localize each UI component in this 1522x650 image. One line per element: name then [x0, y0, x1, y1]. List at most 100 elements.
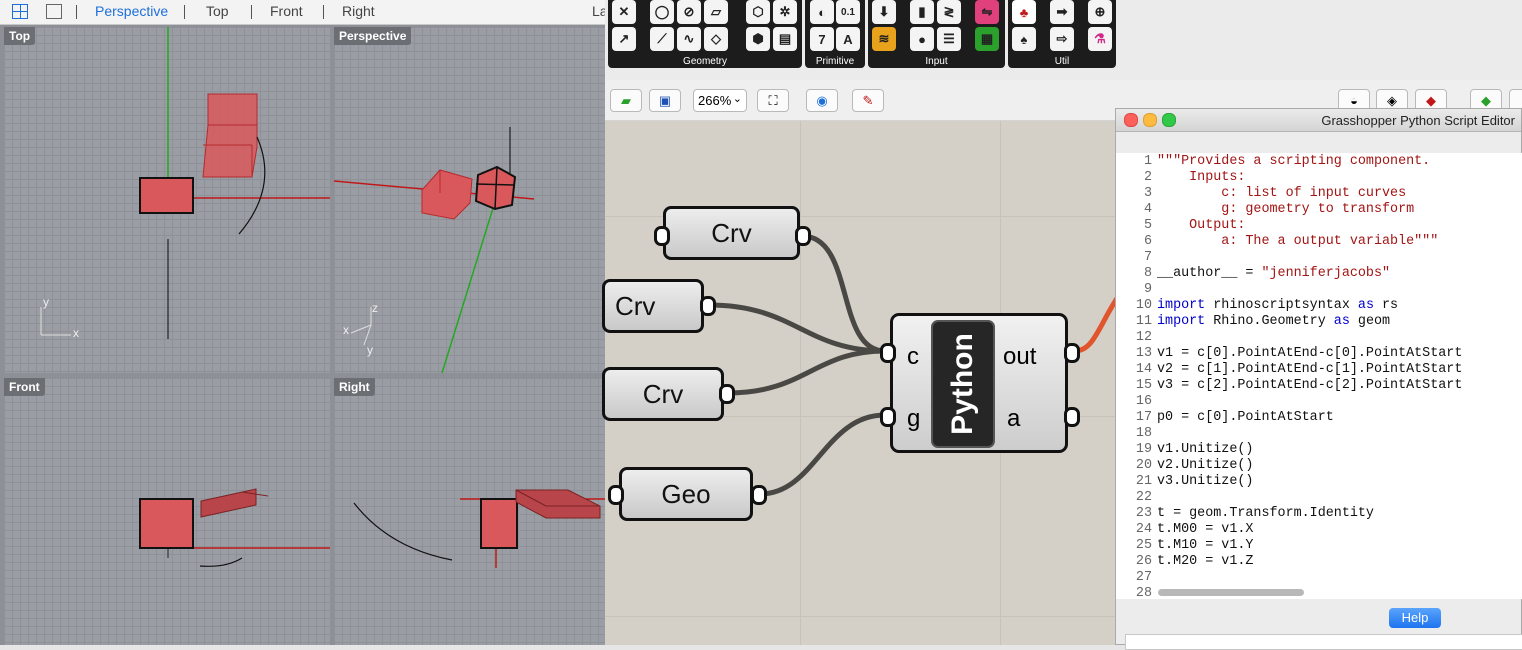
component-toolbar: ✕ ↗ ◯ ⊘ ▱ ⟋ ∿ ◇ ⬡ ✲ ⬢ ▤ Geometry ◐ 0.1 7… — [605, 0, 1522, 80]
tab-right[interactable]: Right — [342, 3, 375, 19]
output-port[interactable] — [751, 485, 767, 505]
viewport-right[interactable]: Right — [334, 378, 605, 645]
code-line: t.M20 = v1.Z — [1157, 554, 1254, 569]
input-port[interactable] — [654, 226, 670, 246]
toolbar-group-label: Input — [925, 56, 948, 67]
output-a-label: a — [1007, 405, 1021, 432]
viewport-front[interactable]: Front — [4, 378, 330, 645]
tree-icon[interactable]: ♠ — [1012, 27, 1036, 51]
line-number: 20 — [1135, 458, 1152, 473]
line-number: 10 — [1135, 298, 1152, 313]
line-number: 6 — [1143, 234, 1152, 249]
cherry-icon[interactable]: ♣ — [1012, 0, 1036, 24]
code-line: __author__ = "jenniferjacobs" — [1157, 266, 1391, 281]
boolean-icon[interactable]: ◐ — [810, 0, 834, 24]
editor-title-bar[interactable]: Grasshopper Python Script Editor — [1116, 109, 1521, 132]
flask-icon[interactable]: ⚗ — [1088, 27, 1112, 51]
code-line: v2.Unitize() — [1157, 458, 1254, 473]
output-port-out[interactable] — [1064, 343, 1080, 363]
arrow-outline-icon[interactable]: ⇨ — [1050, 27, 1074, 51]
download-icon[interactable]: ⬇ — [872, 0, 896, 24]
delete-icon[interactable]: ✕ — [612, 0, 636, 24]
tab-front[interactable]: Front — [270, 3, 303, 19]
toolbar-group-label: Primitive — [815, 56, 855, 67]
axis-label-y: y — [367, 343, 373, 357]
tab-divider — [251, 5, 252, 19]
param-label: Crv — [615, 290, 656, 321]
list-icon[interactable]: ☰ — [937, 27, 961, 51]
curve-param-2[interactable]: Crv — [602, 279, 704, 333]
mesh-icon[interactable]: ◇ — [704, 27, 728, 51]
toggle-icon[interactable]: ▮ — [910, 0, 934, 24]
help-button[interactable]: Help — [1389, 608, 1441, 628]
panel-icon[interactable]: ≋ — [872, 27, 896, 51]
path-icon[interactable]: ≷ — [937, 0, 961, 24]
viewport-label-front: Front — [4, 378, 45, 396]
output-port[interactable] — [795, 226, 811, 246]
output-pane — [1125, 634, 1522, 650]
input-port-g[interactable] — [880, 407, 896, 427]
single-viewport-icon[interactable] — [46, 4, 62, 19]
line-number: 1 — [1143, 154, 1152, 169]
zoom-extents-icon[interactable]: ⛶ — [757, 89, 789, 112]
zoom-window-button[interactable] — [1162, 113, 1176, 127]
python-script-editor-window: Grasshopper Python Script Editor 1 """Pro… — [1115, 108, 1522, 650]
box-icon[interactable]: ⬡ — [746, 0, 770, 24]
output-port[interactable] — [700, 296, 716, 316]
horizontal-scrollbar[interactable] — [1158, 589, 1304, 596]
brep-icon[interactable]: ✲ — [773, 0, 797, 24]
arrow-icon[interactable]: ↗ — [612, 27, 636, 51]
gradient-icon[interactable]: ⇋ — [975, 0, 999, 24]
right-view-scene — [353, 489, 605, 568]
text-icon[interactable]: A — [836, 27, 860, 51]
circle-icon[interactable]: ◯ — [650, 0, 674, 24]
line-icon[interactable]: ⟋ — [650, 27, 674, 51]
python-component[interactable]: c g Python out a — [890, 313, 1068, 453]
code-line: Inputs: — [1157, 170, 1246, 185]
curve-icon[interactable]: ⊘ — [677, 0, 701, 24]
line-number: 12 — [1135, 330, 1152, 345]
twisted-box-icon[interactable]: ▤ — [773, 27, 797, 51]
button-icon[interactable]: ● — [910, 27, 934, 51]
integer-icon[interactable]: 7 — [810, 27, 834, 51]
cluster-icon[interactable]: ⊕ — [1088, 0, 1112, 24]
viewport-top[interactable]: Top y x — [4, 27, 330, 373]
group-icon[interactable]: ⬢ — [746, 27, 770, 51]
param-label: Crv — [711, 217, 752, 248]
open-file-icon[interactable]: ▰ — [610, 89, 642, 112]
line-number: 18 — [1135, 426, 1152, 441]
input-port[interactable] — [608, 485, 624, 505]
four-viewports-icon[interactable] — [12, 4, 28, 19]
tab-perspective[interactable]: Perspective — [95, 3, 168, 19]
toolbar-group-geometry: ✕ ↗ ◯ ⊘ ▱ ⟋ ∿ ◇ ⬡ ✲ ⬢ ▤ Geometry — [608, 0, 802, 68]
matrix-icon[interactable]: ▦ — [975, 27, 999, 51]
toolbar-group-input: ⬇ ≋ ▮ ≷ ● ☰ ⇋ ▦ Input — [868, 0, 1005, 68]
curve-param-1[interactable]: Crv — [663, 206, 800, 260]
curve-param-3[interactable]: Crv — [602, 367, 724, 421]
output-port-a[interactable] — [1064, 407, 1080, 427]
arrow-right-icon[interactable]: ➡ — [1050, 0, 1074, 24]
preview-eye-icon[interactable]: ◉ — [806, 89, 838, 112]
param-label: Geo — [661, 478, 711, 509]
line-number: 11 — [1135, 314, 1152, 329]
close-window-button[interactable] — [1124, 113, 1138, 127]
surface-icon[interactable]: ▱ — [704, 0, 728, 24]
output-port[interactable] — [719, 384, 735, 404]
viewport-perspective[interactable]: Perspective z x y — [334, 27, 605, 373]
number-icon[interactable]: 0.1 — [836, 0, 860, 24]
line-number: 8 — [1143, 266, 1152, 281]
sketch-icon[interactable]: ✎ — [852, 89, 884, 112]
minimize-window-button[interactable] — [1143, 113, 1157, 127]
line-number: 26 — [1135, 554, 1152, 569]
code-line: c: list of input curves — [1157, 186, 1407, 201]
toolbar-group-label: Util — [1054, 56, 1070, 67]
input-port-c[interactable] — [880, 343, 896, 363]
geometry-param[interactable]: Geo — [619, 467, 753, 521]
code-editor[interactable]: 1 """Provides a scripting component. 2 Inp… — [1116, 153, 1522, 601]
save-icon[interactable]: ▣ — [649, 89, 681, 112]
tab-top[interactable]: Top — [206, 3, 229, 19]
zoom-value: 266% — [698, 93, 732, 108]
zoom-select[interactable]: 266% ⌄ — [693, 89, 747, 112]
code-line: t = geom.Transform.Identity — [1157, 506, 1374, 521]
polyline-icon[interactable]: ∿ — [677, 27, 701, 51]
